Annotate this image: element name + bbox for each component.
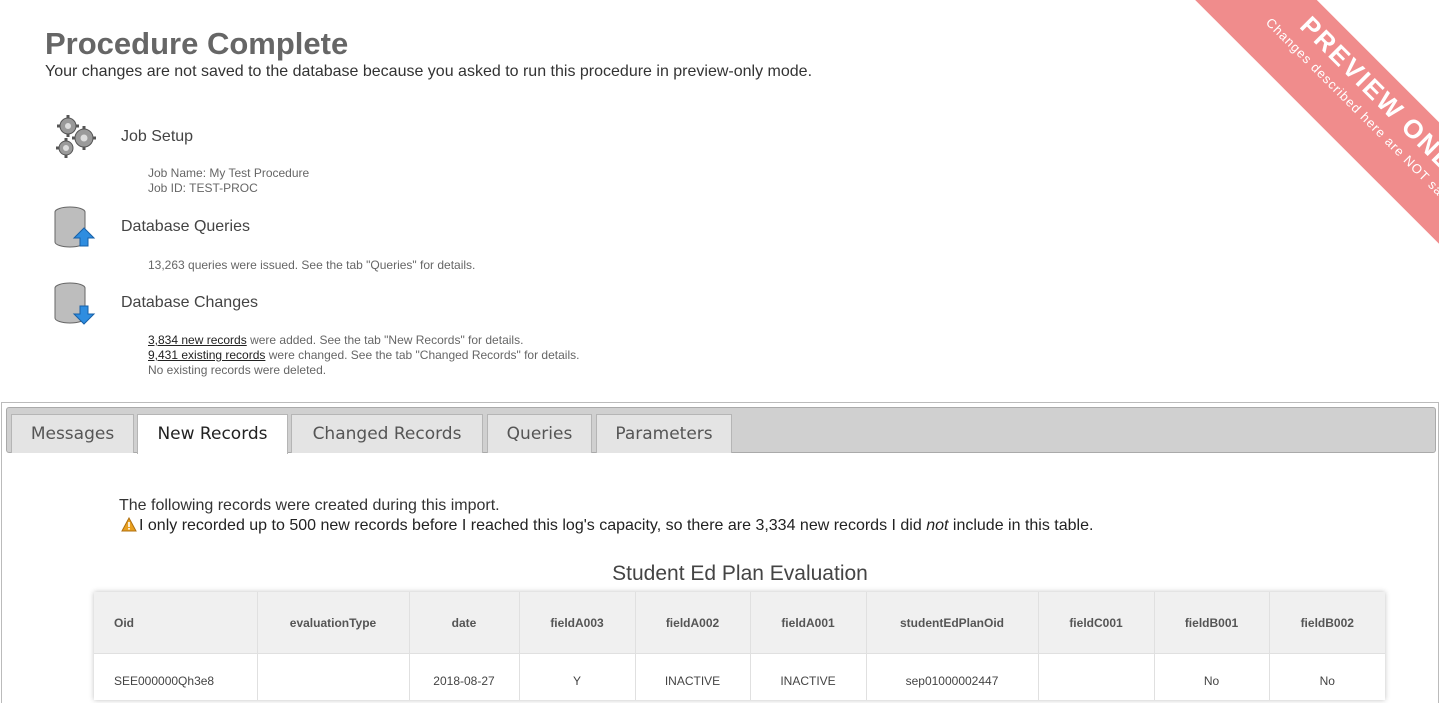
ribbon-subtitle: Changes described here are NOT saved. (1263, 14, 1439, 219)
new-records-line: 3,834 new records were added. See the ta… (148, 333, 523, 348)
job-setup-section: Job Setup Job Name: My Test Procedure Jo… (50, 112, 650, 202)
page-title: Procedure Complete (45, 26, 349, 61)
job-setup-title: Job Setup (121, 128, 194, 145)
tab-queries[interactable]: Queries (487, 414, 592, 453)
new-records-text: were added. See the tab "New Records" fo… (246, 333, 524, 347)
preview-ribbon-wrap: PREVIEW ONLY Changes described here are … (1099, 0, 1439, 330)
records-intro: The following records were created durin… (119, 497, 500, 514)
job-id: Job ID: TEST-PROC (148, 181, 258, 195)
warning-text-2: include in this table. (948, 517, 1094, 534)
table-cell: No (1153, 653, 1269, 700)
table-title: Student Ed Plan Evaluation (612, 562, 868, 585)
table-cell: sep01000002447 (865, 653, 1038, 700)
changed-records-line: 9,431 existing records were changed. See… (148, 348, 579, 363)
deleted-records-line: No existing records were deleted. (148, 363, 327, 377)
col-header-oid[interactable]: Oid (94, 592, 257, 654)
database-queries-section: Database Queries 13,263 queries were iss… (50, 204, 650, 274)
col-header-date[interactable]: date (408, 592, 519, 654)
table-cell: Y (518, 653, 635, 700)
table-cell (1037, 653, 1154, 700)
records-table-wrap: Oid evaluationType date fieldA003 fieldA… (94, 592, 1385, 700)
changed-records-link[interactable]: 9,431 existing records (148, 348, 265, 362)
col-header-field-c001[interactable]: fieldC001 (1037, 592, 1154, 654)
table-cell: SEE000000Qh3e8 (94, 653, 257, 700)
col-header-evaluation-type[interactable]: evaluationType (256, 592, 409, 654)
table-cell: INACTIVE (634, 653, 750, 700)
changed-records-text: were changed. See the tab "Changed Recor… (265, 348, 580, 362)
warning-icon (121, 517, 137, 532)
table-header-row: Oid evaluationType date fieldA003 fieldA… (94, 592, 1385, 654)
table-cell: INACTIVE (749, 653, 866, 700)
table-cell: 2018-08-27 (408, 653, 519, 700)
database-download-icon (54, 282, 96, 325)
table-row: SEE000000Qh3e8 2018-08-27 Y INACTIVE INA… (94, 653, 1385, 700)
col-header-field-b002[interactable]: fieldB002 (1268, 592, 1385, 654)
database-upload-icon (54, 206, 96, 248)
preview-ribbon: PREVIEW ONLY Changes described here are … (1140, 0, 1439, 330)
records-table: Oid evaluationType date fieldA003 fieldA… (94, 592, 1385, 700)
database-changes-section: Database Changes 3,834 new records were … (50, 280, 650, 380)
tab-parameters[interactable]: Parameters (596, 414, 732, 453)
new-records-link[interactable]: 3,834 new records (148, 333, 247, 347)
tab-messages[interactable]: Messages (11, 414, 134, 453)
warning-text-1: I only recorded up to 500 new records be… (139, 517, 927, 534)
database-changes-title: Database Changes (121, 294, 258, 311)
page-subtitle: Your changes are not saved to the databa… (45, 63, 813, 80)
col-header-field-b001[interactable]: fieldB001 (1153, 592, 1269, 654)
warning-emphasis: not (926, 517, 949, 534)
tab-changed-records[interactable]: Changed Records (291, 414, 483, 453)
col-header-field-a001[interactable]: fieldA001 (749, 592, 866, 654)
col-header-field-a002[interactable]: fieldA002 (634, 592, 750, 654)
capacity-warning: I only recorded up to 500 new records be… (121, 517, 1093, 535)
tab-bar: Messages New Records Changed Records Que… (6, 407, 1436, 454)
tab-new-records[interactable]: New Records (137, 414, 288, 454)
table-cell (256, 653, 409, 700)
table-cell: No (1268, 653, 1385, 700)
col-header-student-ed-plan-oid[interactable]: studentEdPlanOid (865, 592, 1038, 654)
queries-detail: 13,263 queries were issued. See the tab … (148, 258, 476, 272)
database-queries-title: Database Queries (121, 218, 250, 235)
job-name: Job Name: My Test Procedure (148, 166, 310, 180)
gears-icon (56, 115, 96, 158)
col-header-field-a003[interactable]: fieldA003 (518, 592, 635, 654)
